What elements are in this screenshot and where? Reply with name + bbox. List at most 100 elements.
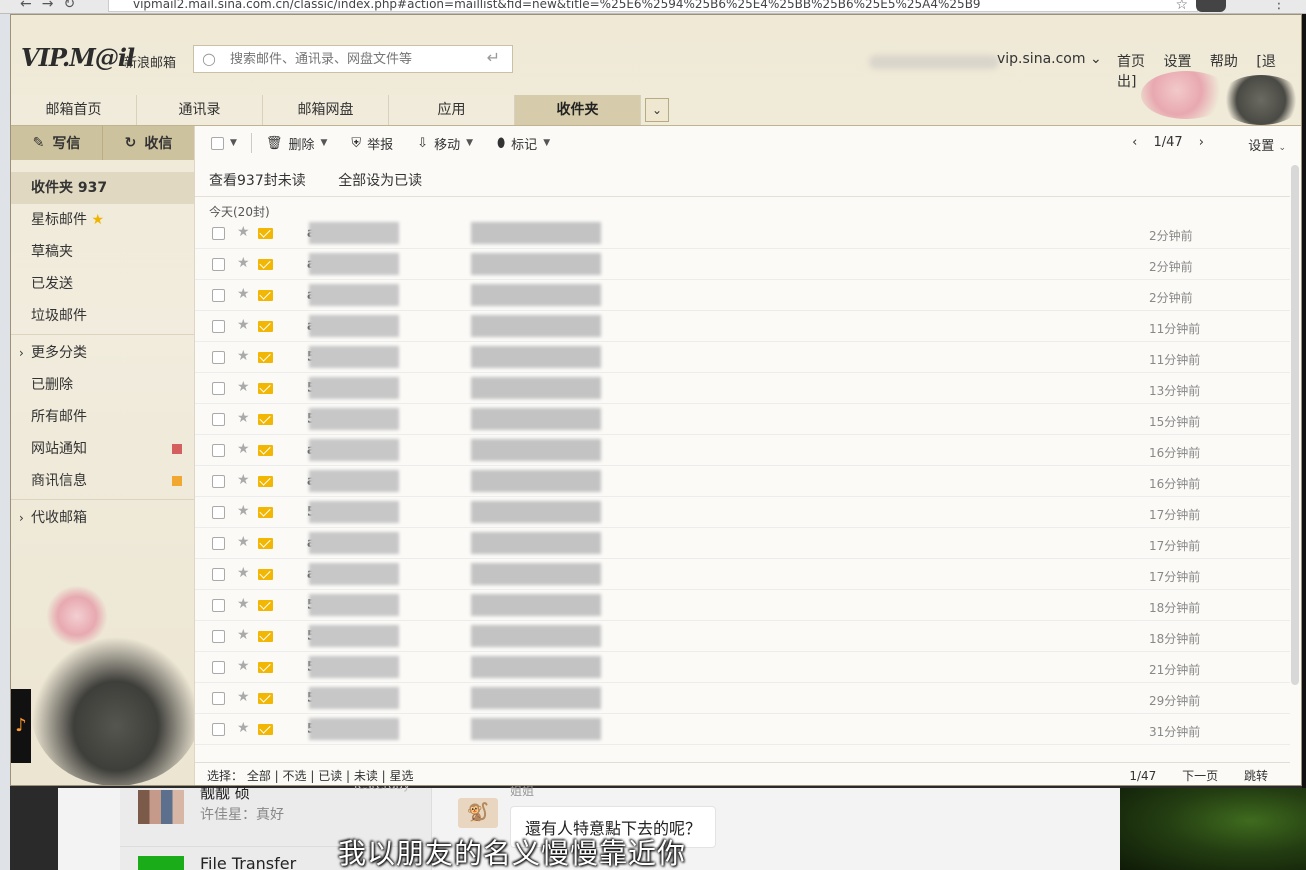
star-icon[interactable]: ★ [237, 596, 250, 612]
enter-icon[interactable]: ↵ [487, 48, 500, 67]
checkbox[interactable] [212, 568, 225, 581]
help-link[interactable]: 帮助 [1210, 54, 1238, 70]
chevron-down-icon[interactable]: ▼ [230, 138, 237, 148]
table-row[interactable]: ★ 5...39 | 电化筹17分钟前 [195, 497, 1290, 528]
star-icon[interactable]: ★ [237, 472, 250, 488]
checkbox[interactable] [212, 723, 225, 736]
sidebar-folder[interactable]: 收件夹 937 [11, 172, 194, 204]
table-row[interactable]: ★a 5...64 | 信 息16分钟前 [195, 466, 1290, 497]
next-page-link[interactable]: 下一页 [1182, 769, 1218, 783]
checkbox[interactable] [212, 413, 225, 426]
table-row[interactable]: ★ 5...| 电化筹13分钟前 [195, 373, 1290, 404]
view-unread-link[interactable]: 查看937封未读 [209, 173, 306, 189]
select-links[interactable]: 全部 | 不选 | 已读 | 未读 | 星选 [247, 769, 414, 783]
avatar[interactable]: 🐒 [458, 798, 498, 828]
sidebar-folder[interactable]: 星标邮件 ★ [11, 204, 194, 236]
scrollbar[interactable] [1291, 165, 1299, 685]
table-row[interactable]: ★ 5...0162 | 信 息31分钟前 [195, 714, 1290, 745]
star-icon[interactable]: ★ [237, 720, 250, 736]
move-button[interactable]: ⇩ 移动 ▼ [417, 134, 473, 153]
checkbox[interactable] [212, 692, 225, 705]
jump-link[interactable]: 跳转 [1244, 769, 1268, 783]
settings-link[interactable]: 设置 [1163, 54, 1191, 70]
table-row[interactable]: ★ 5...AF | 电化筹18分钟前 [195, 621, 1290, 652]
table-row[interactable]: ★ 5...AF | 信 息18分钟前 [195, 590, 1290, 621]
checkbox[interactable] [212, 382, 225, 395]
checkbox[interactable] [211, 136, 224, 150]
home-link[interactable]: 首页 [1117, 54, 1145, 70]
next-page-icon[interactable]: › [1199, 135, 1204, 150]
checkbox[interactable] [212, 599, 225, 612]
star-icon[interactable]: ★ [237, 658, 250, 674]
file-transfer-icon[interactable] [138, 856, 184, 870]
star-icon[interactable]: ★ [237, 441, 250, 457]
star-icon[interactable]: ★ [237, 689, 250, 705]
prev-page-icon[interactable]: ‹ [1132, 135, 1137, 150]
search-input[interactable] [230, 50, 480, 68]
checkbox[interactable] [212, 444, 225, 457]
star-icon[interactable]: ★ [237, 317, 250, 333]
search-box[interactable]: ○ ↵ [193, 45, 513, 73]
tab-contacts[interactable]: 通讯录 [137, 95, 263, 125]
sidebar-folder[interactable]: 商讯信息 [11, 465, 194, 497]
sidebar-folder[interactable]: › 更多分类 [11, 337, 194, 369]
checkbox[interactable] [212, 289, 225, 302]
sidebar-folder[interactable]: 垃圾邮件 [11, 300, 194, 332]
avatar[interactable] [138, 790, 184, 824]
table-row[interactable]: ★a 5...| 信 息2分钟前 [195, 280, 1290, 311]
sidebar-folder[interactable]: › 代收邮箱 [11, 502, 194, 534]
tab-inbox[interactable]: 收件夹 [515, 95, 641, 125]
checkbox[interactable] [212, 630, 225, 643]
sidebar-folder[interactable]: 已删除 [11, 369, 194, 401]
select-all-checkbox[interactable]: ▼ [211, 136, 237, 150]
delete-button[interactable]: 🗑 删除 ▼ [266, 134, 327, 153]
user-account[interactable]: vip.sina.com ⌄ [997, 51, 1102, 67]
star-icon[interactable]: ★ [237, 534, 250, 550]
chat-contact-name[interactable]: File Transfer [200, 854, 296, 870]
mark-all-read-link[interactable]: 全部设为已读 [338, 173, 422, 189]
list-settings-button[interactable]: 设置 ⌄ [1248, 135, 1286, 154]
checkbox[interactable] [212, 320, 225, 333]
sidebar-folder[interactable]: 已发送 [11, 268, 194, 300]
table-row[interactable]: ★a 5...电化筹11分钟前 [195, 311, 1290, 342]
music-note-icon[interactable]: ♪ [11, 689, 31, 763]
checkbox[interactable] [212, 661, 225, 674]
sidebar-folder[interactable]: 草稿夹 [11, 236, 194, 268]
browser-nav-icons[interactable]: ←→↻ [20, 0, 85, 12]
receive-button[interactable]: ↻ 收信 [103, 126, 194, 160]
star-icon[interactable]: ★ [237, 565, 250, 581]
sidebar-folder[interactable]: 网站通知 [11, 433, 194, 465]
star-icon[interactable]: ★ [237, 224, 250, 240]
checkbox[interactable] [212, 506, 225, 519]
table-row[interactable]: ★a d 5...| 电化筹2分钟前 [195, 249, 1290, 280]
checkbox[interactable] [212, 537, 225, 550]
checkbox[interactable] [212, 258, 225, 271]
table-row[interactable]: ★ 5...501 | 信 息21分钟前 [195, 652, 1290, 683]
star-icon[interactable]: ★ [237, 379, 250, 395]
checkbox[interactable] [212, 227, 225, 240]
bookmark-star-icon[interactable]: ☆ [1175, 0, 1188, 13]
table-row[interactable]: ★a d 5...| 电化筹2分钟前 [195, 218, 1290, 249]
chevron-down-icon[interactable]: ⌄ [645, 98, 669, 122]
star-icon[interactable]: ★ [237, 503, 250, 519]
browser-menu-icon[interactable]: ⋮ [1272, 0, 1286, 12]
checkbox[interactable] [212, 351, 225, 364]
compose-button[interactable]: ✎ 写信 [11, 126, 103, 160]
star-icon[interactable]: ★ [237, 627, 250, 643]
table-row[interactable]: ★ a 5...44 | 电化筹17分钟前 [195, 528, 1290, 559]
table-row[interactable]: ★ 5...信 息11分钟前 [195, 342, 1290, 373]
star-icon[interactable]: ★ [237, 286, 250, 302]
table-row[interactable]: ★ 5...5 | 电化筹15分钟前 [195, 404, 1290, 435]
tab-cloud-drive[interactable]: 邮箱网盘 [263, 95, 389, 125]
mark-button[interactable]: ⬮ 标记 ▼ [497, 134, 550, 153]
table-row[interactable]: ★ a 5...39 | 信 息17分钟前 [195, 559, 1290, 590]
tab-apps[interactable]: 应用 [389, 95, 515, 125]
address-bar[interactable]: vipmail2.mail.sina.com.cn/classic/index.… [108, 0, 1198, 12]
extension-icon[interactable] [1196, 0, 1226, 12]
table-row[interactable]: ★ 5...949 | 电化筹29分钟前 [195, 683, 1290, 714]
report-button[interactable]: ⛨ 举报 [351, 134, 393, 153]
tab-mail-home[interactable]: 邮箱首页 [11, 95, 137, 125]
checkbox[interactable] [212, 475, 225, 488]
star-icon[interactable]: ★ [237, 348, 250, 364]
star-icon[interactable]: ★ [237, 410, 250, 426]
